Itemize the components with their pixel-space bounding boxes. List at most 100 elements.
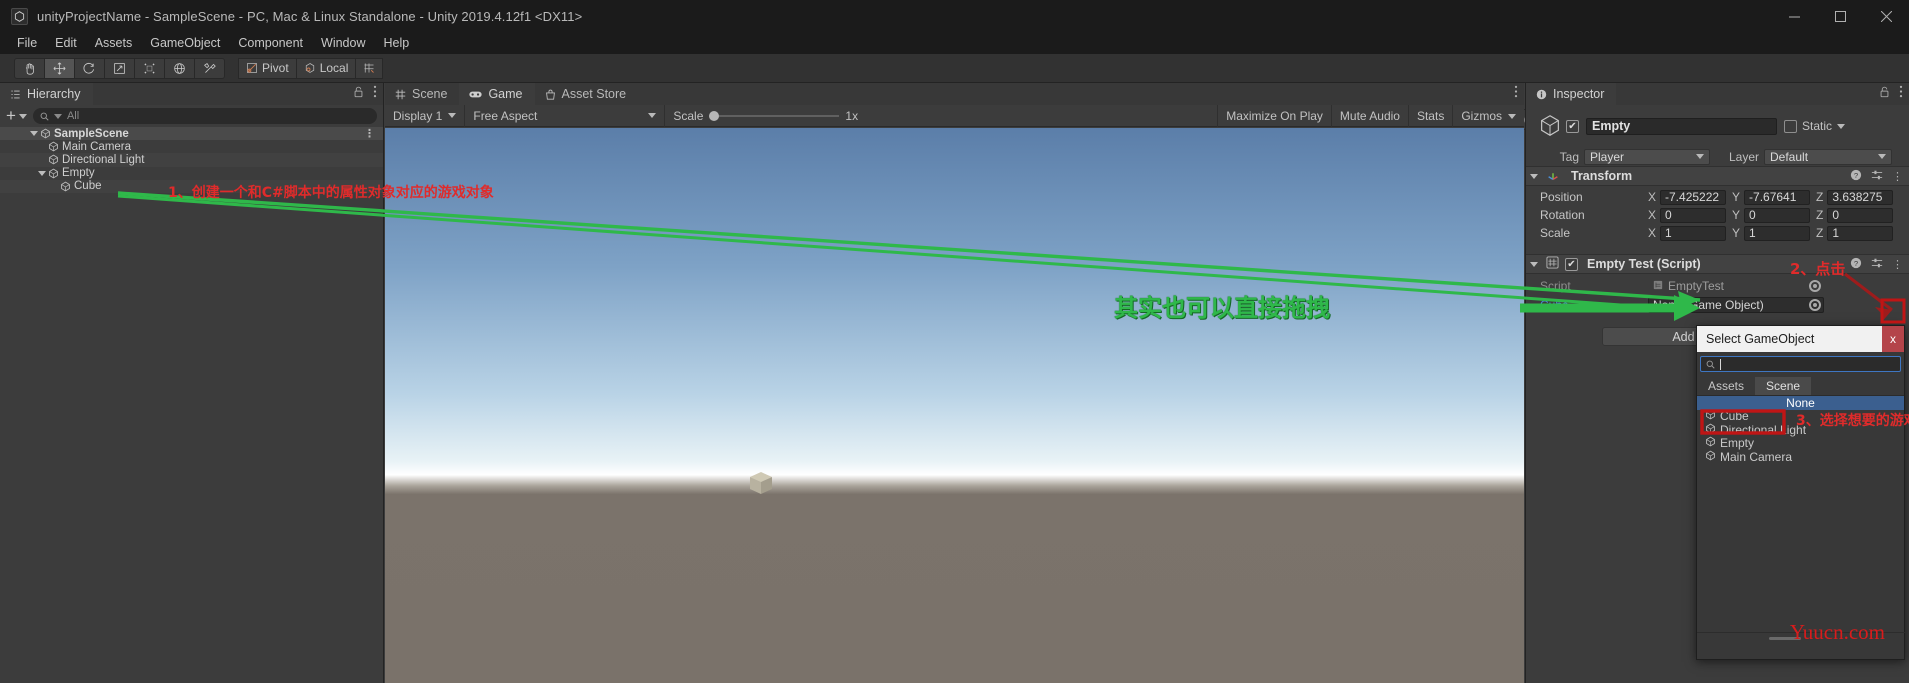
help-icon[interactable]: ? xyxy=(1850,257,1862,272)
select-tab-assets[interactable]: Assets xyxy=(1697,377,1755,395)
hierarchy-label: SampleScene xyxy=(54,128,129,140)
help-icon[interactable]: ? xyxy=(1850,169,1862,184)
component-menu-icon[interactable]: ⋮ xyxy=(1892,170,1903,183)
chevron-down-icon xyxy=(1878,154,1886,159)
pivot-toggle[interactable]: Pivot xyxy=(238,58,297,79)
hierarchy-row-empty[interactable]: Empty xyxy=(0,167,383,180)
maximize-icon[interactable] xyxy=(1817,0,1863,32)
script-file-icon xyxy=(1653,279,1663,293)
position-x-input[interactable]: -7.425222 xyxy=(1660,190,1726,205)
static-checkbox[interactable] xyxy=(1784,120,1797,133)
transform-icon xyxy=(1546,168,1560,185)
hierarchy-row-cube[interactable]: Cube xyxy=(0,180,383,193)
rotate-tool-icon[interactable] xyxy=(74,58,105,79)
object-enabled-checkbox[interactable]: ✔ xyxy=(1566,120,1579,133)
select-tab-scene[interactable]: Scene xyxy=(1755,377,1811,395)
component-header-icons: ? ⋮ xyxy=(1850,257,1903,272)
position-z-input[interactable]: 3.638275 xyxy=(1827,190,1893,205)
maximize-on-play-toggle[interactable]: Maximize On Play xyxy=(1217,105,1331,127)
menu-assets[interactable]: Assets xyxy=(86,34,142,52)
script-component-header[interactable]: ✔ Empty Test (Script) ? ⋮ xyxy=(1526,254,1909,274)
scale-x-input[interactable]: 1 xyxy=(1660,226,1726,241)
transform-tool-icon[interactable] xyxy=(164,58,195,79)
menu-gameobject[interactable]: GameObject xyxy=(141,34,229,52)
mute-audio-label: Mute Audio xyxy=(1340,109,1400,123)
component-menu-icon[interactable]: ⋮ xyxy=(1892,258,1903,271)
lock-icon[interactable] xyxy=(353,85,364,103)
stats-toggle[interactable]: Stats xyxy=(1408,105,1452,127)
transform-component-header[interactable]: Transform ? ⋮ xyxy=(1526,166,1909,186)
static-label: Static xyxy=(1802,119,1832,133)
scene-icon xyxy=(40,128,51,139)
select-item-main-camera[interactable]: Main Camera xyxy=(1697,450,1904,464)
mute-audio-toggle[interactable]: Mute Audio xyxy=(1331,105,1408,127)
select-item-directional-light[interactable]: Directional Light xyxy=(1697,423,1904,437)
tab-hierarchy[interactable]: Hierarchy xyxy=(0,83,93,105)
rotation-y-input[interactable]: 0 xyxy=(1744,208,1810,223)
lock-icon[interactable] xyxy=(1879,85,1890,103)
cube-object-picker-icon[interactable] xyxy=(1809,299,1821,311)
menu-window[interactable]: Window xyxy=(312,34,374,52)
object-name-input[interactable]: Empty xyxy=(1586,118,1777,135)
menu-component[interactable]: Component xyxy=(229,34,312,52)
rotation-x-input[interactable]: 0 xyxy=(1660,208,1726,223)
custom-tool-icon[interactable] xyxy=(194,58,225,79)
expand-triangle-icon[interactable] xyxy=(1530,174,1538,179)
menu-file[interactable]: File xyxy=(8,34,46,52)
scale-y-input[interactable]: 1 xyxy=(1744,226,1810,241)
scale-tool-icon[interactable] xyxy=(104,58,135,79)
add-gameobject-button[interactable]: + xyxy=(6,110,27,122)
grid-snapping-button[interactable] xyxy=(355,58,383,79)
hierarchy-row-samplescene[interactable]: SampleScene ⋮ xyxy=(0,127,383,140)
game-render-surface[interactable] xyxy=(385,128,1524,683)
close-icon[interactable]: x xyxy=(1882,326,1904,352)
tag-value: Player xyxy=(1590,150,1624,164)
gizmos-dropdown[interactable]: Gizmos xyxy=(1452,105,1524,127)
expand-triangle-icon[interactable] xyxy=(30,131,38,136)
close-icon[interactable] xyxy=(1863,0,1909,32)
local-toggle[interactable]: Local xyxy=(296,58,357,79)
preset-icon[interactable] xyxy=(1871,169,1883,184)
select-item-none[interactable]: None xyxy=(1697,396,1904,410)
hierarchy-row-main-camera[interactable]: Main Camera xyxy=(0,140,383,153)
display-dropdown[interactable]: Display 1 xyxy=(385,105,465,127)
cube-object-field[interactable]: None (Game Object) xyxy=(1648,297,1824,313)
hierarchy-menu-icon[interactable] xyxy=(373,85,377,103)
script-object-picker-icon[interactable] xyxy=(1809,280,1821,292)
select-item-empty[interactable]: Empty xyxy=(1697,437,1904,451)
scale-slider-group[interactable]: Scale 1x xyxy=(665,105,866,127)
hierarchy-row-directional-light[interactable]: Directional Light xyxy=(0,153,383,166)
expand-triangle-icon[interactable] xyxy=(38,171,46,176)
chevron-down-icon[interactable] xyxy=(1837,124,1845,129)
script-enabled-checkbox[interactable]: ✔ xyxy=(1565,258,1578,271)
axis-y-label: Y xyxy=(1732,226,1740,240)
tag-dropdown[interactable]: Player xyxy=(1584,149,1710,165)
tab-scene[interactable]: Scene xyxy=(385,83,459,105)
rotation-z-input[interactable]: 0 xyxy=(1827,208,1893,223)
expand-triangle-icon[interactable] xyxy=(1530,262,1538,267)
hand-tool-icon[interactable] xyxy=(14,58,45,79)
aspect-dropdown[interactable]: Free Aspect xyxy=(465,105,665,127)
rect-tool-icon[interactable] xyxy=(134,58,165,79)
tab-asset-store[interactable]: Asset Store xyxy=(535,83,639,105)
gameview-toolbar-right: Maximize On Play Mute Audio Stats Gizmos xyxy=(1217,105,1524,127)
layer-dropdown[interactable]: Default xyxy=(1764,149,1892,165)
select-item-cube[interactable]: Cube xyxy=(1697,410,1904,424)
inspector-menu-icon[interactable] xyxy=(1899,85,1903,103)
scale-z-input[interactable]: 1 xyxy=(1827,226,1893,241)
select-gameobject-search-input[interactable] xyxy=(1700,356,1901,372)
tab-inspector[interactable]: Inspector xyxy=(1526,83,1616,105)
gameview-menu-icon[interactable] xyxy=(1514,85,1518,103)
minimize-icon[interactable] xyxy=(1771,0,1817,32)
position-y-input[interactable]: -7.67641 xyxy=(1744,190,1810,205)
move-tool-icon[interactable] xyxy=(44,58,75,79)
preset-icon[interactable] xyxy=(1871,257,1883,272)
menu-edit[interactable]: Edit xyxy=(46,34,86,52)
scene-context-menu-icon[interactable]: ⋮ xyxy=(364,127,375,140)
scale-slider[interactable] xyxy=(709,115,839,117)
select-item-label: Main Camera xyxy=(1720,450,1792,464)
hierarchy-search-input[interactable]: All xyxy=(33,108,377,124)
select-item-label: None xyxy=(1786,396,1815,410)
tab-game[interactable]: Game xyxy=(459,83,534,105)
menu-help[interactable]: Help xyxy=(374,34,418,52)
